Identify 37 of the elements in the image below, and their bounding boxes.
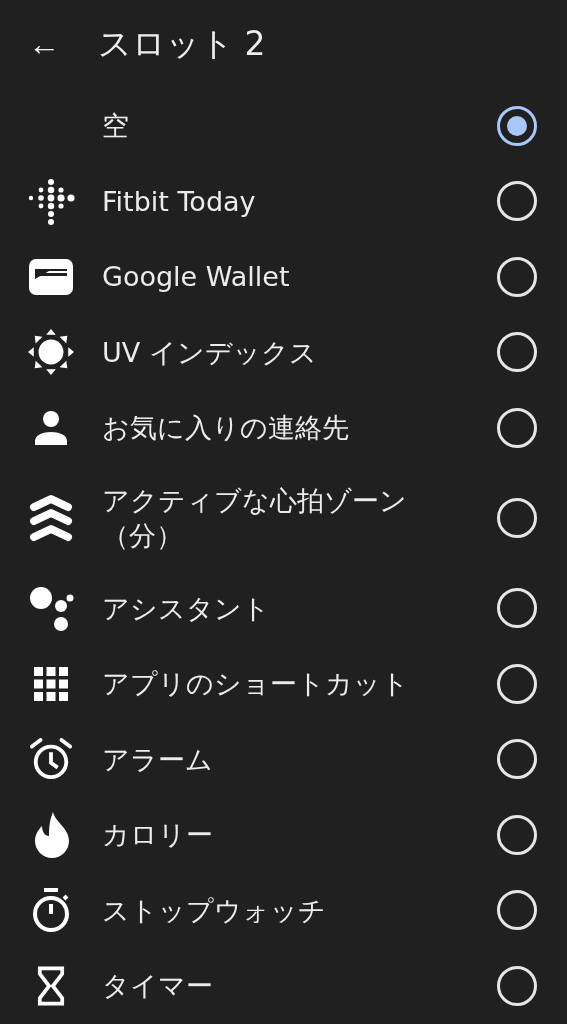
assistant-dots-icon [28,585,74,632]
radio-button[interactable] [497,890,537,931]
radio-button[interactable] [497,814,537,855]
fitbit-dots-icon [26,176,76,227]
page-title: スロット 2 [98,22,266,65]
sun-icon [28,329,74,376]
chevrons-icon [29,493,73,543]
radio-button[interactable] [497,663,537,704]
person-icon [33,409,69,446]
option-label: 空 [102,109,130,144]
hourglass-icon [37,965,65,1006]
radio-button[interactable] [497,588,537,629]
option-label: カロリー [102,818,214,853]
radio-button[interactable] [497,181,537,222]
option-label: アクティブな心拍ゾーン（分） [102,483,408,553]
radio-button[interactable] [497,105,537,146]
grid-icon [34,666,68,701]
wallet-icon [29,258,73,295]
radio-button[interactable] [497,407,537,448]
radio-button[interactable] [497,256,537,297]
radio-button[interactable] [497,965,537,1006]
option-label: お気に入りの連絡先 [102,411,350,446]
radio-button[interactable] [497,332,537,373]
alarm-clock-icon [30,738,72,781]
stopwatch-icon [31,887,71,934]
option-label: ストップウォッチ [102,893,327,928]
radio-button[interactable] [497,498,537,538]
option-label: Fitbit Today [102,184,257,219]
flame-icon [33,811,69,858]
option-label: UV インデックス [102,335,318,370]
option-label: アプリのショートカット [102,667,410,702]
back-button[interactable]: ← [28,28,60,60]
option-label: アラーム [102,742,214,777]
option-label: Google Wallet [102,260,291,295]
option-label: アシスタント [102,591,271,626]
radio-button[interactable] [497,739,537,780]
option-label: タイマー [102,969,214,1004]
